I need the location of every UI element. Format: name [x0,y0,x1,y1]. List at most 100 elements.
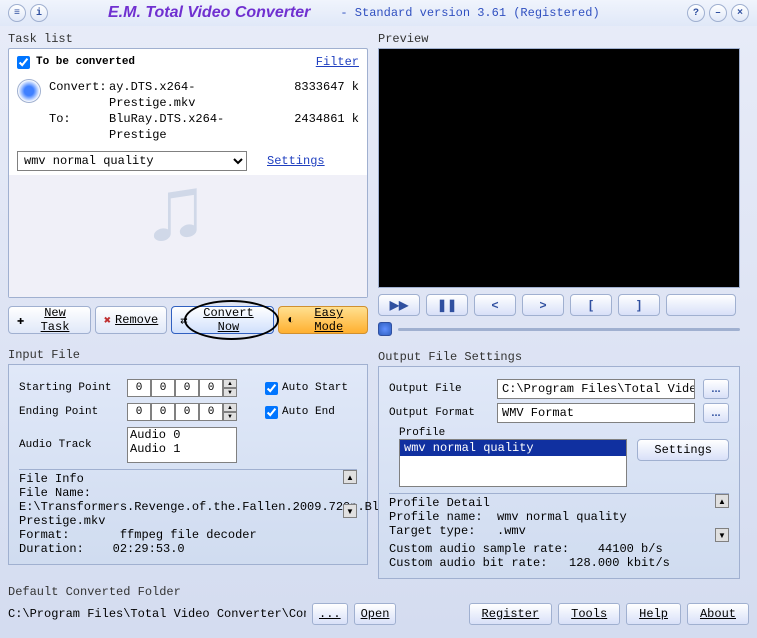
help-button[interactable]: Help [626,603,681,625]
help-icon[interactable]: ? [687,4,705,22]
audio-track-label: Audio Track [19,439,119,451]
settings-link[interactable]: Settings [267,154,325,168]
convert-now-label: Convert Now [192,306,266,334]
prev-button[interactable]: < [474,294,516,316]
app-title: E.M. Total Video Converter [108,4,310,22]
task-panel: To be converted Filter Convert: ay.DTS.x… [8,48,368,298]
pd-bitrate-label: Custom audio bit rate: [389,556,547,570]
pause-button[interactable]: ❚❚ [426,294,468,316]
ep-seconds[interactable] [175,403,199,421]
folder-open-button[interactable]: Open [354,603,397,625]
sp-down-button[interactable]: ▼ [223,388,237,397]
remove-button[interactable]: ✖ Remove [95,306,167,334]
pd-sample-value: 44100 b/s [598,542,663,556]
convert-from-label: Convert: [49,79,109,111]
ep-hours[interactable] [127,403,151,421]
pd-target-value: .wmv [497,524,526,538]
task-empty-area: ♫ [9,175,367,297]
pd-sample-label: Custom audio sample rate: [389,542,569,556]
output-format-field[interactable]: WMV Format [497,403,695,423]
ep-minutes[interactable] [151,403,175,421]
ep-down-button[interactable]: ▼ [223,412,237,421]
sp-seconds[interactable] [175,379,199,397]
output-file-label: Output File [389,383,489,395]
default-folder-path: C:\Program Files\Total Video Converter\C… [8,607,306,621]
output-file-field[interactable]: C:\Program Files\Total Video Convert [497,379,695,399]
input-file-label: Input File [8,346,368,364]
convert-icon: ⇄ [180,313,187,328]
tools-button[interactable]: Tools [558,603,620,625]
sp-hours[interactable] [127,379,151,397]
convert-now-button[interactable]: ⇄ Convert Now [171,306,274,334]
auto-start-text: Auto Start [282,382,348,394]
sp-ms[interactable] [199,379,223,397]
file-info-scroll-up[interactable]: ▲ [343,470,357,484]
filter-link[interactable]: Filter [316,55,359,69]
preview-label: Preview [378,30,740,48]
pd-name-value: wmv normal quality [497,510,627,524]
new-task-label: New Task [28,306,82,334]
sp-minutes[interactable] [151,379,175,397]
seek-slider[interactable] [378,322,740,336]
auto-start-input[interactable] [265,382,278,395]
auto-end-text: Auto End [282,406,335,418]
convert-to-value: BluRay.DTS.x264-Prestige [109,111,279,143]
convert-from-value: ay.DTS.x264-Prestige.mkv [109,79,279,111]
to-be-converted-input[interactable] [17,56,30,69]
profile-settings-button[interactable]: Settings [637,439,729,461]
close-icon[interactable]: × [731,4,749,22]
mark-in-button[interactable]: [ [570,294,612,316]
file-info-scroll-down[interactable]: ▼ [343,504,357,518]
version-label: - Standard version 3.61 (Registered) [340,6,599,20]
file-name-label: File Name: [19,486,91,500]
auto-start-checkbox[interactable]: Auto Start [265,382,348,395]
profile-detail-scroll-up[interactable]: ▲ [715,494,729,508]
audio-track-0[interactable]: Audio 0 [128,428,236,442]
format-value: ffmpeg file decoder [120,528,257,542]
new-task-button[interactable]: ✚ New Task [8,306,91,334]
task-list-label: Task list [8,30,368,48]
starting-point-label: Starting Point [19,382,119,394]
duration-label: Duration: [19,542,84,556]
sp-up-button[interactable]: ▲ [223,379,237,388]
pd-name-label: Profile name: [389,510,483,524]
duration-value: 02:29:53.0 [113,542,185,556]
ep-ms[interactable] [199,403,223,421]
output-format-browse-button[interactable]: ... [703,403,729,423]
easy-mode-icon: ◐ [287,313,294,327]
format-label: Format: [19,528,69,542]
auto-end-input[interactable] [265,406,278,419]
media-file-icon [17,79,41,103]
ep-up-button[interactable]: ▲ [223,403,237,412]
remove-icon: ✖ [104,313,111,328]
mark-out-button[interactable]: ] [618,294,660,316]
next-button[interactable]: > [522,294,564,316]
default-folder-label: Default Converted Folder [8,583,749,601]
audio-track-1[interactable]: Audio 1 [128,442,236,456]
play-button[interactable]: ▶▶ [378,294,420,316]
audio-track-listbox[interactable]: Audio 0 Audio 1 [127,427,237,463]
profile-detail-scroll-down[interactable]: ▼ [715,528,729,542]
folder-browse-button[interactable]: ... [312,603,348,625]
register-button[interactable]: Register [469,603,553,625]
to-be-converted-checkbox[interactable]: To be converted [17,56,135,69]
seek-thumb[interactable] [378,322,392,336]
music-note-icon: ♫ [149,175,203,267]
profile-selected-item[interactable]: wmv normal quality [400,440,626,456]
extra-transport-button[interactable] [666,294,736,316]
info-icon[interactable]: i [30,4,48,22]
to-be-converted-text: To be converted [36,56,135,68]
quality-dropdown[interactable]: wmv normal quality [17,151,247,171]
auto-end-checkbox[interactable]: Auto End [265,406,335,419]
minimize-icon[interactable]: – [709,4,727,22]
profile-label: Profile [399,427,729,439]
profile-detail-label: Profile Detail [389,496,729,510]
output-settings-group: Output File C:\Program Files\Total Video… [378,366,740,579]
pd-target-label: Target type: [389,524,475,538]
profile-listbox[interactable]: wmv normal quality [399,439,627,487]
output-file-browse-button[interactable]: ... [703,379,729,399]
about-button[interactable]: About [687,603,749,625]
menu-icon[interactable]: ≡ [8,4,26,22]
easy-mode-button[interactable]: ◐ Easy Mode [278,306,368,334]
seek-track[interactable] [398,328,740,331]
